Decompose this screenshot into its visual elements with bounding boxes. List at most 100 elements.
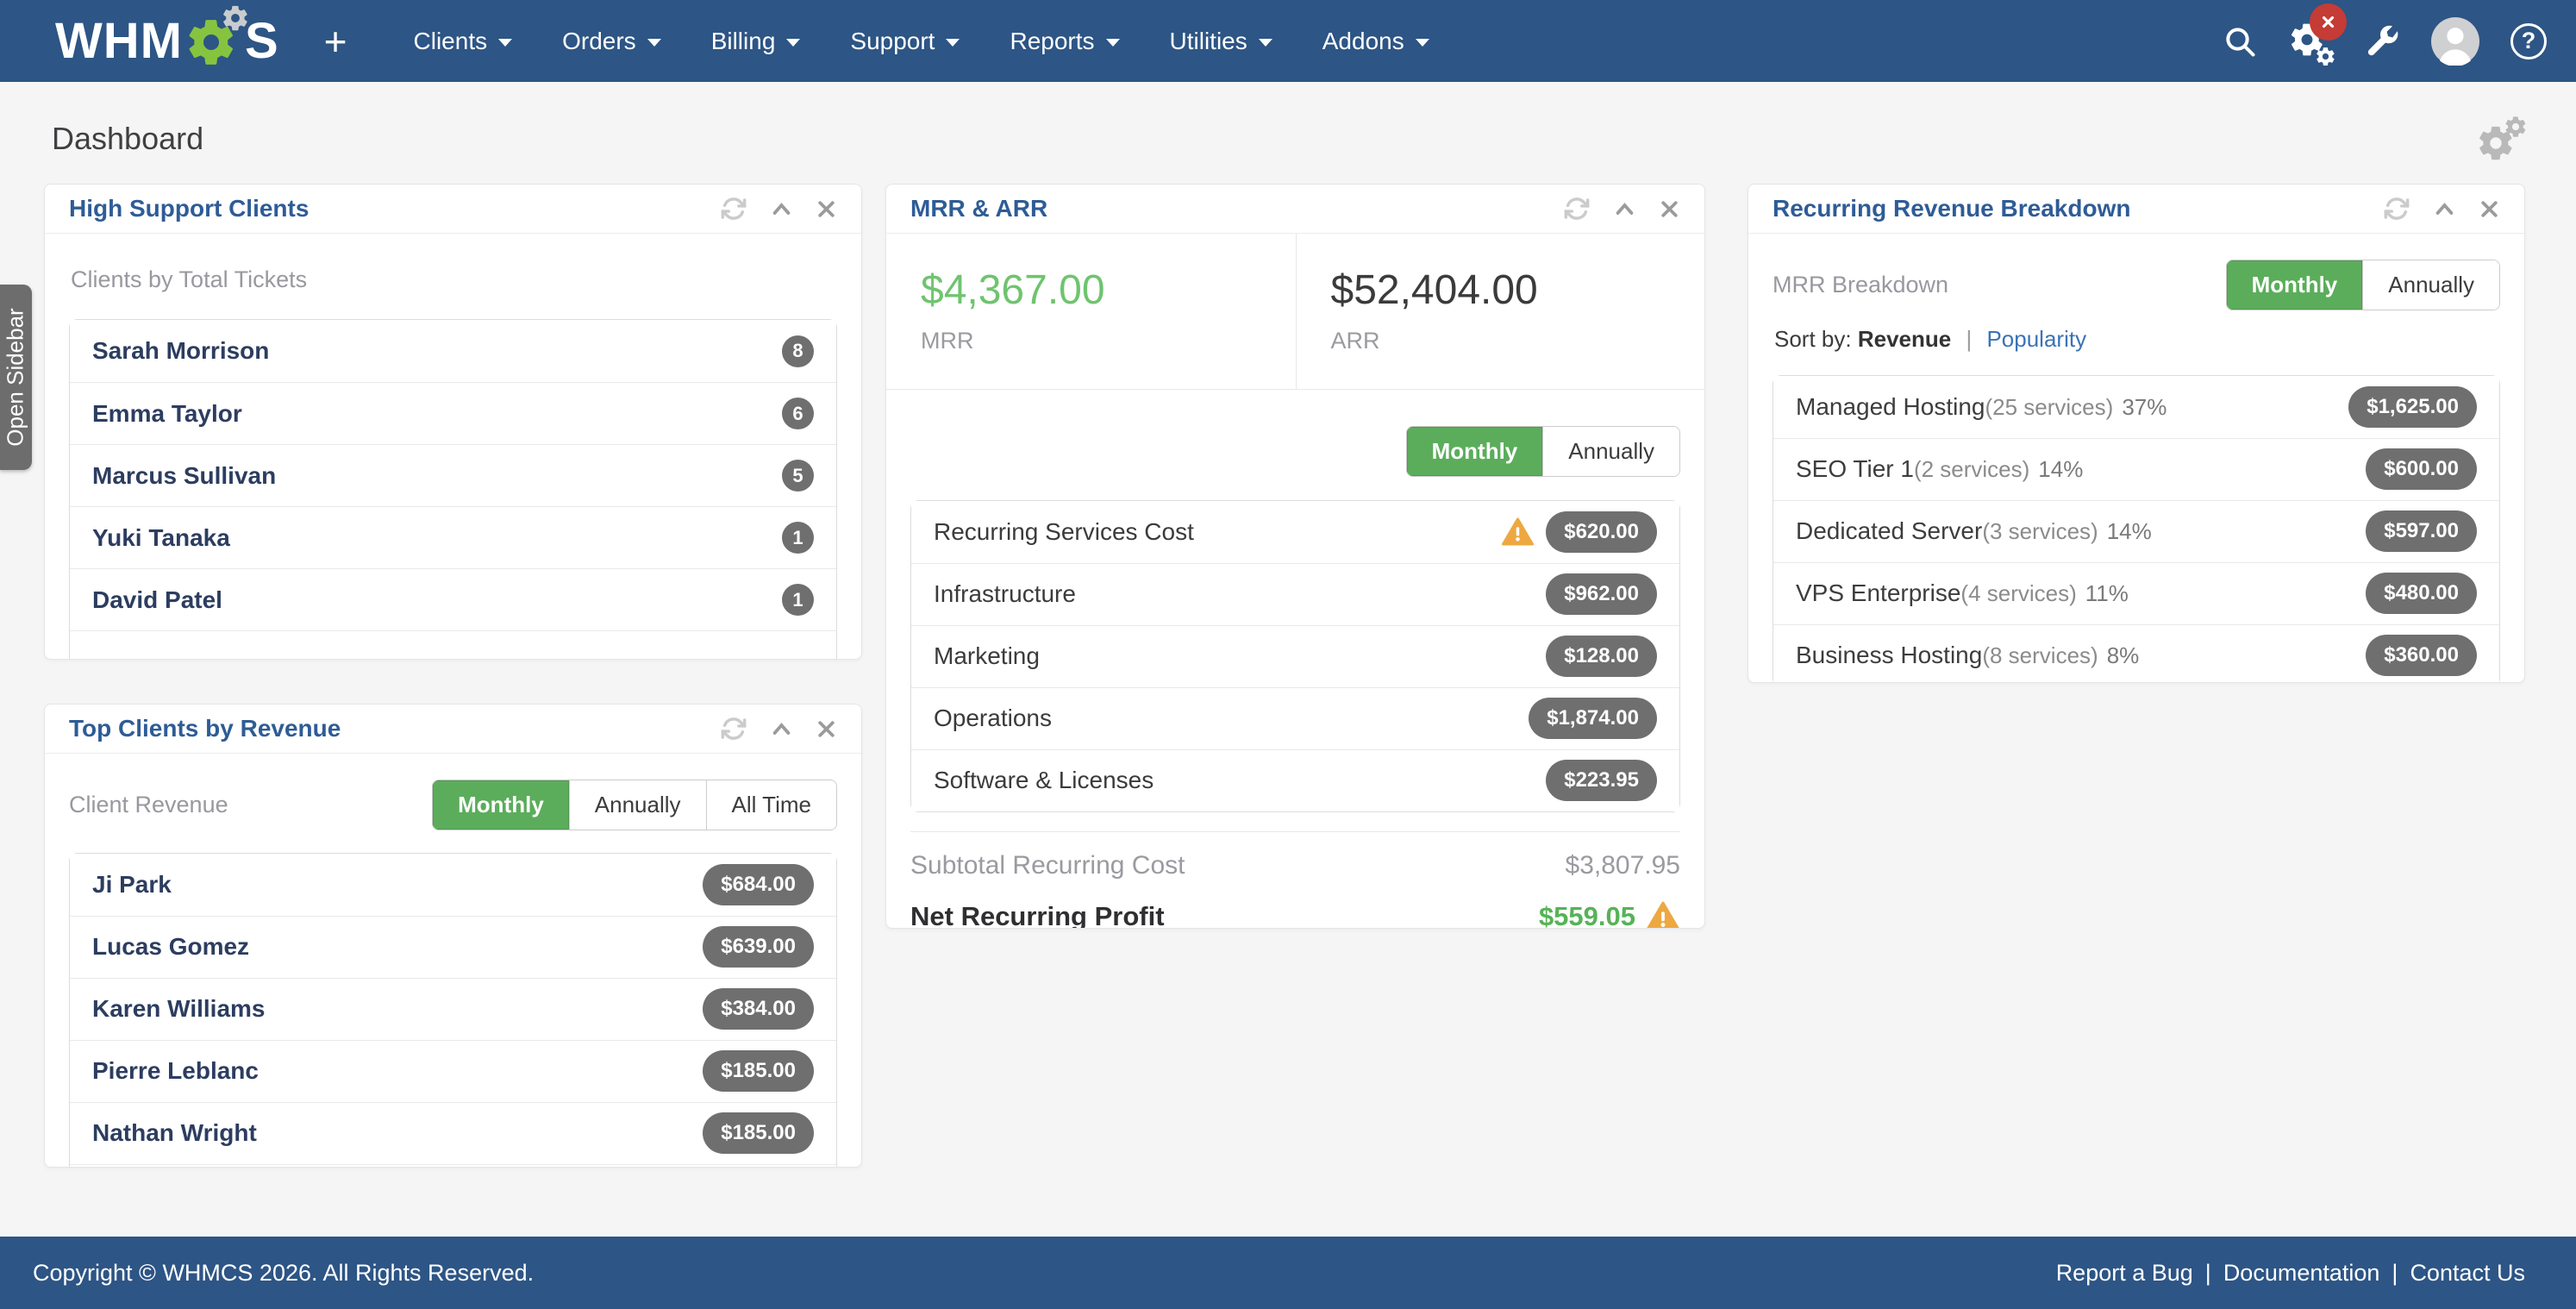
ticket-count-badge: 8: [782, 335, 814, 367]
ticket-count-badge: 5: [782, 460, 814, 492]
close-button[interactable]: [2479, 198, 2500, 220]
collapse-icon: [2433, 197, 2456, 221]
period-filter-button[interactable]: Monthly: [433, 780, 569, 830]
whmcs-logo[interactable]: WHM S: [55, 10, 279, 72]
main-menu: Clients Orders Billing Support Reports: [389, 0, 1454, 82]
refresh-button[interactable]: [720, 715, 747, 742]
footer-link[interactable]: Report a Bug: [2056, 1260, 2193, 1287]
nav-menu-item[interactable]: Reports: [985, 0, 1144, 82]
collapse-button[interactable]: [1613, 197, 1636, 221]
nav-menu-item[interactable]: Clients: [389, 0, 538, 82]
collapse-button[interactable]: [770, 717, 793, 741]
client-row[interactable]: Lucas Gomez $639.00: [70, 916, 836, 978]
close-button[interactable]: [816, 198, 837, 220]
navbar-right-icons: ?: [2223, 17, 2547, 66]
client-link[interactable]: Ji Park: [92, 871, 172, 899]
client-link[interactable]: David Patel: [92, 586, 222, 614]
system-settings-button[interactable]: [2364, 23, 2400, 60]
cost-label: Marketing: [934, 642, 1040, 670]
client-link[interactable]: Lucas Gomez: [92, 933, 249, 961]
close-button[interactable]: [816, 718, 837, 740]
sort-by-label: Sort by:: [1774, 326, 1852, 352]
top-clients-list: Ji Park $684.00 Lucas Gomez $639.00 Kare…: [69, 853, 837, 1168]
client-row[interactable]: Marcus Sullivan 5: [70, 444, 836, 506]
arr-label: ARR: [1331, 328, 1705, 354]
nav-menu-item[interactable]: Addons: [1297, 0, 1454, 82]
cost-amount-badge: $962.00: [1546, 573, 1657, 615]
sort-by-row: Sort by: Revenue | Popularity: [1774, 326, 2500, 353]
cost-label: Software & Licenses: [934, 767, 1154, 794]
breakdown-period-toggle: Monthly Annually: [2226, 260, 2500, 310]
collapse-button[interactable]: [770, 197, 793, 221]
cost-row: Operations $1,874.00: [911, 687, 1679, 749]
widget-title: Recurring Revenue Breakdown: [1773, 195, 2130, 222]
client-link[interactable]: Yuki Tanaka: [92, 524, 230, 552]
period-filter-button[interactable]: Monthly: [1407, 427, 1543, 476]
high-support-list: Sarah Morrison 8 Emma Taylor 6 Marcus Su…: [69, 319, 837, 660]
revenue-period-toggle: Monthly Annually All Time: [432, 780, 837, 830]
footer-link[interactable]: Contact Us: [2410, 1260, 2525, 1287]
dashboard-settings-button[interactable]: [2476, 115, 2528, 163]
open-sidebar-tab[interactable]: Open Sidebar: [0, 285, 32, 470]
client-row[interactable]: Karen Williams $384.00: [70, 978, 836, 1040]
cost-label: Infrastructure: [934, 580, 1076, 608]
client-row[interactable]: Yuki Tanaka 1: [70, 506, 836, 568]
client-link[interactable]: Karen Williams: [92, 995, 265, 1023]
close-icon: [2479, 198, 2500, 220]
period-filter-button[interactable]: Monthly: [2227, 260, 2363, 310]
chevron-down-icon: [647, 39, 661, 47]
client-link[interactable]: Nathan Wright: [92, 1119, 257, 1147]
close-button[interactable]: [1659, 198, 1680, 220]
widget-subtitle: MRR Breakdown: [1773, 272, 1948, 298]
my-account-button[interactable]: [2431, 17, 2479, 66]
nav-menu-item[interactable]: Utilities: [1145, 0, 1297, 82]
client-link[interactable]: Pierre Leblanc: [92, 1057, 259, 1085]
nav-menu-label: Support: [850, 28, 935, 55]
client-row[interactable]: Sarah Morrison 8: [70, 320, 836, 382]
nav-menu-item[interactable]: Orders: [537, 0, 686, 82]
help-icon: ?: [2510, 23, 2547, 60]
chevron-down-icon: [1106, 39, 1120, 47]
refresh-button[interactable]: [1563, 195, 1591, 222]
help-button[interactable]: ?: [2510, 23, 2547, 60]
client-row[interactable]: David Patel 1: [70, 568, 836, 630]
period-filter-button[interactable]: Annually: [1542, 427, 1679, 476]
product-name: Business Hosting: [1796, 642, 1982, 668]
product-row: SEO Tier 1(2 services)14% $600.00: [1773, 438, 2499, 500]
period-filter-button[interactable]: All Time: [706, 780, 836, 830]
search-button[interactable]: [2223, 24, 2257, 59]
dashboard-widgets: High Support Clients Clients by Total Ti…: [0, 184, 2576, 1168]
client-row[interactable]: Pierre Leblanc $185.00: [70, 1040, 836, 1102]
nav-menu-item[interactable]: Support: [825, 0, 985, 82]
addon-modules-button[interactable]: [2288, 19, 2333, 64]
nav-menu-item[interactable]: Billing: [686, 0, 826, 82]
client-link[interactable]: Emma Taylor: [92, 400, 242, 428]
x-icon: [2321, 15, 2335, 29]
subtotal-row: Subtotal Recurring Cost $3,807.95: [910, 851, 1680, 880]
period-filter-button[interactable]: Annually: [2362, 260, 2499, 310]
subtotal-value: $3,807.95: [1566, 851, 1680, 880]
footer-separator: |: [2205, 1260, 2211, 1287]
product-amount-badge: $600.00: [2366, 448, 2477, 490]
warning-triangle-icon: [1502, 516, 1534, 548]
sort-option-revenue[interactable]: Revenue: [1858, 326, 1951, 352]
period-filter-button[interactable]: Annually: [569, 780, 706, 830]
avatar: [2431, 17, 2479, 66]
footer-link[interactable]: Documentation: [2223, 1260, 2380, 1287]
refresh-icon: [720, 195, 747, 222]
refresh-button[interactable]: [720, 195, 747, 222]
chevron-down-icon: [498, 39, 512, 47]
refresh-button[interactable]: [2383, 195, 2410, 222]
sort-option-popularity[interactable]: Popularity: [1986, 326, 2086, 352]
client-row[interactable]: Emma Taylor 6: [70, 382, 836, 444]
product-service-count: (2 services): [1914, 456, 2029, 482]
client-row[interactable]: Nathan Wright $185.00: [70, 1102, 836, 1164]
mrr-value: $4,367.00: [921, 266, 1296, 314]
collapse-button[interactable]: [2433, 197, 2456, 221]
client-row[interactable]: Ji Park $684.00: [70, 854, 836, 916]
search-icon: [2223, 24, 2257, 59]
client-link[interactable]: Marcus Sullivan: [92, 462, 276, 490]
chevron-down-icon: [1416, 39, 1429, 47]
client-link[interactable]: Sarah Morrison: [92, 337, 269, 365]
quick-add-button[interactable]: +: [324, 22, 347, 61]
